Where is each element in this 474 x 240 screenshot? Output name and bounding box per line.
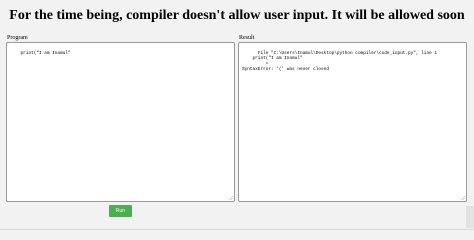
program-label: Program [7, 35, 28, 41]
result-output: File "C:\Users\Inamul\Desktop\python com… [238, 42, 467, 202]
divider [0, 229, 474, 230]
result-label: Result [239, 35, 255, 41]
run-button[interactable]: Run [109, 205, 132, 217]
program-code: print("I am Inamul" [20, 51, 71, 57]
resize-grip-icon[interactable] [229, 196, 233, 200]
compiler-page: For the time being, compiler doesn't all… [0, 0, 474, 232]
scrollbar[interactable] [466, 206, 474, 228]
program-textarea[interactable]: print("I am Inamul" [6, 42, 235, 202]
resize-grip-icon[interactable] [461, 196, 465, 200]
result-text: File "C:\Users\Inamul\Desktop\python com… [242, 51, 437, 72]
page-title: For the time being, compiler doesn't all… [9, 8, 465, 23]
